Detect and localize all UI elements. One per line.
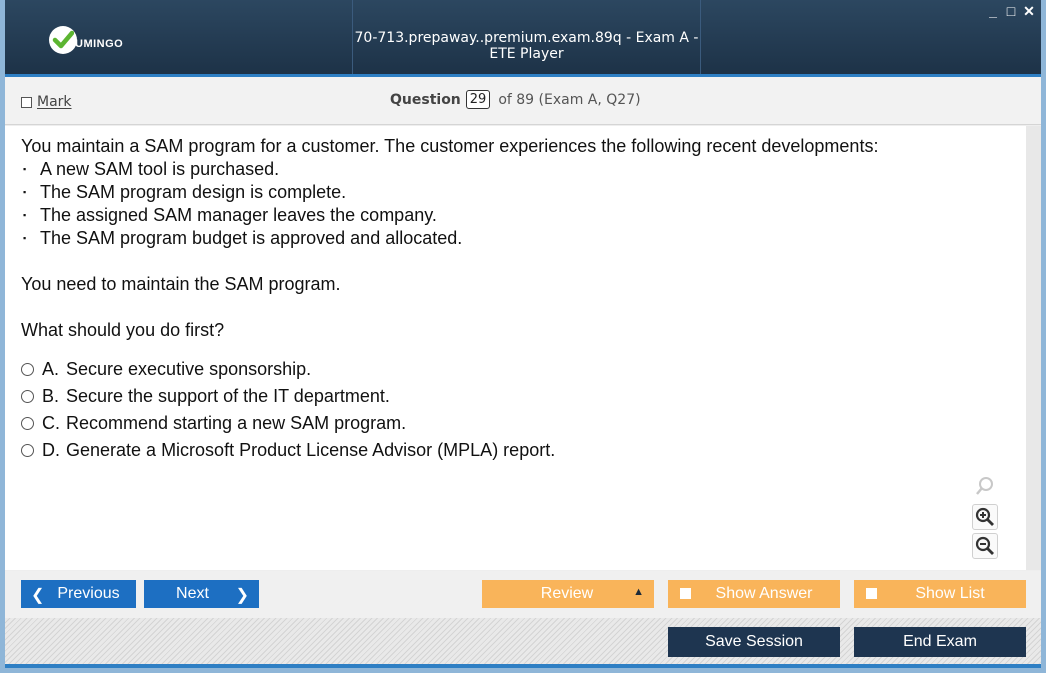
- question-of-text: of 89 (Exam A, Q27): [498, 91, 641, 108]
- search-icon[interactable]: [972, 473, 998, 499]
- question-intro: You maintain a SAM program for a custome…: [21, 136, 879, 156]
- window-controls: _ □ ✕: [987, 3, 1035, 19]
- vertical-scrollbar[interactable]: [1026, 126, 1041, 570]
- close-button[interactable]: ✕: [1023, 3, 1035, 19]
- next-button[interactable]: Next ❯: [144, 580, 259, 608]
- list-item: The SAM program design is complete.: [21, 181, 1011, 204]
- radio-button[interactable]: [21, 390, 34, 403]
- show-answer-label: Show Answer: [715, 585, 813, 602]
- mark-checkbox[interactable]: Mark: [21, 94, 72, 110]
- show-list-checkbox[interactable]: [866, 588, 877, 599]
- question-counter: Question 29 of 89 (Exam A, Q27): [390, 90, 641, 109]
- question-content: You maintain a SAM program for a custome…: [5, 126, 1026, 570]
- option-letter: C.: [42, 413, 60, 433]
- option-b[interactable]: B. Secure the support of the IT departme…: [21, 383, 555, 410]
- app-window: UMINGO 70-713.prepaway..premium.exam.89q…: [0, 0, 1046, 673]
- triangle-up-icon[interactable]: ▲: [633, 586, 644, 598]
- question-header: Mark Question 29 of 89 (Exam A, Q27): [5, 77, 1041, 125]
- option-a[interactable]: A. Secure executive sponsorship.: [21, 356, 555, 383]
- radio-button[interactable]: [21, 363, 34, 376]
- option-c[interactable]: C. Recommend starting a new SAM program.: [21, 410, 555, 437]
- mark-checkbox-box[interactable]: [21, 96, 32, 108]
- footer-bar: Save Session End Exam: [5, 618, 1041, 664]
- option-letter: D.: [42, 440, 60, 460]
- option-text: Recommend starting a new SAM program.: [66, 413, 407, 433]
- question-need: You need to maintain the SAM program.: [21, 274, 341, 294]
- option-text: Generate a Microsoft Product License Adv…: [66, 440, 556, 460]
- show-list-button[interactable]: Show List: [854, 580, 1026, 608]
- review-button[interactable]: Review ▲: [482, 580, 654, 608]
- zoom-in-icon[interactable]: [972, 504, 998, 530]
- option-letter: B.: [42, 386, 60, 406]
- next-label: Next: [176, 585, 209, 602]
- end-exam-label: End Exam: [903, 633, 977, 650]
- minimize-button[interactable]: _: [987, 3, 999, 19]
- option-text: Secure executive sponsorship.: [66, 359, 312, 379]
- zoom-out-icon[interactable]: [972, 533, 998, 559]
- development-list: A new SAM tool is purchased. The SAM pro…: [21, 158, 1011, 250]
- radio-button[interactable]: [21, 417, 34, 430]
- chevron-left-icon: ❮: [31, 587, 45, 604]
- maximize-button[interactable]: □: [1005, 3, 1017, 19]
- list-item: The assigned SAM manager leaves the comp…: [21, 204, 1011, 227]
- logo-brand-text: UMINGO: [75, 38, 124, 50]
- list-item: The SAM program budget is approved and a…: [21, 227, 1011, 250]
- previous-label: Previous: [57, 585, 120, 602]
- show-answer-button[interactable]: Show Answer: [668, 580, 840, 608]
- previous-button[interactable]: ❮ Previous: [21, 580, 136, 608]
- show-answer-checkbox[interactable]: [680, 588, 691, 599]
- show-list-label: Show List: [915, 585, 985, 602]
- question-label: Question: [390, 91, 461, 108]
- option-d[interactable]: D. Generate a Microsoft Product License …: [21, 437, 555, 464]
- player-frame: UMINGO 70-713.prepaway..premium.exam.89q…: [5, 0, 1041, 668]
- question-number-input[interactable]: 29: [465, 90, 491, 109]
- answer-options: A. Secure executive sponsorship. B. Secu…: [21, 356, 555, 464]
- logo-check-icon: [49, 26, 77, 54]
- review-label: Review: [540, 585, 594, 602]
- question-prompt: What should you do first?: [21, 320, 225, 340]
- list-item: A new SAM tool is purchased.: [21, 158, 1011, 181]
- chevron-right-icon: ❯: [235, 587, 249, 604]
- save-session-button[interactable]: Save Session: [668, 627, 840, 657]
- option-text: Secure the support of the IT department.: [66, 386, 390, 406]
- save-session-label: Save Session: [705, 633, 803, 650]
- window-title: 70-713.prepaway..premium.exam.89q - Exam…: [354, 30, 699, 62]
- bottom-accent-line: [5, 664, 1041, 668]
- question-stem: You maintain a SAM program for a custome…: [21, 135, 1011, 342]
- title-bar: UMINGO 70-713.prepaway..premium.exam.89q…: [5, 0, 1041, 75]
- end-exam-button[interactable]: End Exam: [854, 627, 1026, 657]
- logo: UMINGO: [49, 24, 123, 56]
- mark-label: Mark: [37, 94, 72, 110]
- option-letter: A.: [42, 359, 60, 379]
- radio-button[interactable]: [21, 444, 34, 457]
- navigation-bar: ❮ Previous Next ❯ Review ▲ Show Answer S…: [5, 571, 1041, 618]
- title-divider: [700, 0, 701, 75]
